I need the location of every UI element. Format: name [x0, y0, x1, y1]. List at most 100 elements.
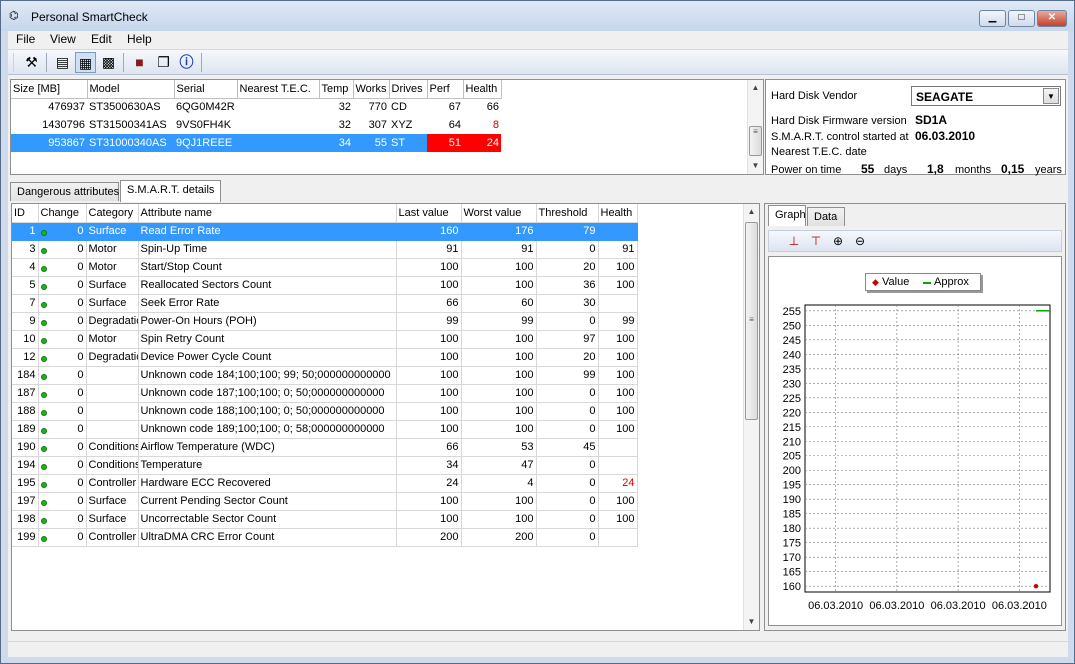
col-size[interactable]: Size [MB]: [11, 80, 88, 99]
attr-id: 4: [12, 258, 39, 277]
attribute-row[interactable]: 10 0 Motor Spin Retry Count 100 100 97 100: [12, 330, 638, 349]
attr-last-text: 99: [446, 315, 459, 327]
scroll-down-arrow-icon[interactable]: ▼: [748, 158, 763, 174]
attribute-row-selected[interactable]: 1 0 Surface Read Error Rate 160 176 79: [12, 222, 638, 241]
attribute-row[interactable]: 187 0 Unknown code 187;100;100; 0; 50;0000…: [12, 384, 638, 403]
view-details-icon[interactable]: ▦: [75, 52, 96, 73]
attr-last: 100: [396, 420, 462, 439]
col-health[interactable]: Health: [463, 80, 502, 99]
attribute-row[interactable]: 184 0 Unknown code 184;100;100; 99; 50;000…: [12, 366, 638, 385]
tab-smart-details[interactable]: S.M.A.R.T. details: [120, 180, 221, 202]
menu-help[interactable]: Help: [127, 32, 152, 46]
attribute-row[interactable]: 194 0 Conditions Temperature 34 47 0: [12, 456, 638, 475]
attr-name-text: Temperature: [140, 459, 203, 471]
col-id[interactable]: ID: [12, 204, 39, 223]
maximize-button[interactable]: □: [1008, 10, 1035, 27]
col-worst-value[interactable]: Worst value: [461, 204, 537, 223]
col-model[interactable]: Model: [87, 80, 175, 99]
axis-marker-icon[interactable]: ⊥: [785, 233, 803, 250]
attr-name: Spin Retry Count: [138, 330, 397, 349]
y-tick-label: 180: [783, 523, 801, 535]
attr-change-text: 0: [77, 531, 84, 543]
attribute-scrollbar[interactable]: ▲ ≡ ▼: [743, 204, 759, 630]
power-days-unit: days: [884, 164, 908, 176]
drive-row-selected[interactable]: 953867 ST31000340AS 9QJ1REEE 34 55 ST 51…: [11, 134, 501, 152]
col-category[interactable]: Category: [86, 204, 139, 223]
col-drives[interactable]: Drives: [389, 80, 428, 99]
attr-name: Unknown code 189;100;100; 0; 58;00000000…: [138, 420, 397, 439]
axis-range-icon[interactable]: ⊤: [807, 233, 825, 250]
view-list-icon[interactable]: ▤: [52, 52, 73, 73]
attribute-row[interactable]: 188 0 Unknown code 188;100;100; 0; 50;0000…: [12, 402, 638, 421]
attribute-row[interactable]: 198 0 Surface Uncorrectable Sector Count 100…: [12, 510, 638, 529]
drive-list-scrollbar[interactable]: ▲ ≡ ▼: [747, 80, 763, 174]
menu-file[interactable]: File: [16, 32, 35, 46]
attr-id: 3: [12, 240, 39, 259]
scroll-down-arrow-icon[interactable]: ▼: [744, 614, 759, 630]
col-works[interactable]: Works: [353, 80, 390, 99]
y-tick-label: 160: [783, 581, 801, 593]
attr-last-text: 100: [440, 495, 459, 507]
attr-worst: 53: [461, 438, 537, 457]
zoom-out-icon[interactable]: ⊖: [851, 233, 869, 250]
attr-worst: 100: [461, 330, 537, 349]
attribute-row[interactable]: 12 0 Degradatic Device Power Cycle Count 100…: [12, 348, 638, 367]
attr-change-text: 0: [77, 423, 84, 435]
attribute-row[interactable]: 4 0 Motor Start/Stop Count 100 100 20 100: [12, 258, 638, 277]
menu-edit[interactable]: Edit: [91, 32, 112, 46]
window-icon[interactable]: ❐: [153, 52, 174, 73]
attr-last-text: 91: [446, 243, 459, 255]
col-tec[interactable]: Nearest T.E.C.: [237, 80, 320, 99]
attribute-row[interactable]: 3 0 Motor Spin-Up Time 91 91 0 91: [12, 240, 638, 259]
attribute-row[interactable]: 199 0 Controller UltraDMA CRC Error Count 20…: [12, 528, 638, 547]
vendor-select[interactable]: SEAGATE ▼: [911, 86, 1061, 106]
col-serial[interactable]: Serial: [174, 80, 238, 99]
minimize-button[interactable]: ▁: [979, 10, 1006, 27]
col-attribute-name[interactable]: Attribute name: [138, 204, 397, 223]
col-change[interactable]: Change: [38, 204, 87, 223]
col-temp[interactable]: Temp: [319, 80, 354, 99]
title-bar[interactable]: ⌬ Personal SmartCheck ▁ □ ✕: [1, 1, 1074, 31]
col-perf[interactable]: Perf: [427, 80, 464, 99]
attribute-row[interactable]: 7 0 Surface Seek Error Rate 66 60 30: [12, 294, 638, 313]
scroll-up-arrow-icon[interactable]: ▲: [748, 80, 763, 96]
attr-category: Degradatic: [86, 312, 139, 331]
settings-icon[interactable]: ⚒: [21, 52, 42, 73]
drive-row[interactable]: 1430796 ST31500341AS 9VS0FH4K 32 307 XYZ…: [11, 116, 501, 134]
attribute-row[interactable]: 5 0 Surface Reallocated Sectors Count 100 100…: [12, 276, 638, 295]
attr-worst-text: 100: [515, 387, 534, 399]
attribute-row[interactable]: 195 0 Controller Hardware ECC Recovered 24 4 0…: [12, 474, 638, 493]
attribute-row[interactable]: 197 0 Surface Current Pending Sector Count 1…: [12, 492, 638, 511]
attribute-row[interactable]: 9 0 Degradatic Power-On Hours (POH) 99 99 0 99: [12, 312, 638, 331]
y-tick-label: 175: [783, 538, 801, 550]
scroll-up-arrow-icon[interactable]: ▲: [744, 204, 759, 220]
col-last-value[interactable]: Last value: [396, 204, 462, 223]
close-button[interactable]: ✕: [1037, 10, 1067, 27]
y-tick-label: 195: [783, 480, 801, 492]
tab-data[interactable]: Data: [807, 207, 845, 226]
view-grid-icon[interactable]: ▩: [98, 52, 119, 73]
col-health[interactable]: Health: [598, 204, 638, 223]
menu-view[interactable]: View: [50, 32, 76, 46]
zoom-in-icon[interactable]: ⊕: [829, 233, 847, 250]
tab-dangerous-attributes[interactable]: Dangerous attributes: [10, 182, 119, 201]
attr-worst-text: 100: [515, 423, 534, 435]
tab-graph[interactable]: Graph: [768, 205, 806, 226]
scroll-thumb[interactable]: ≡: [745, 222, 758, 420]
attr-change-text: 0: [77, 351, 84, 363]
attribute-row[interactable]: 190 0 Conditions Airflow Temperature (WDC) 6…: [12, 438, 638, 457]
attr-change-text: 0: [77, 333, 84, 345]
book-icon[interactable]: ■: [129, 52, 150, 73]
info-icon[interactable]: ⓘ: [176, 52, 197, 73]
attr-worst: 100: [461, 348, 537, 367]
attr-category: [86, 402, 139, 421]
attr-health-text: 24: [622, 477, 635, 489]
attribute-row[interactable]: 189 0 Unknown code 189;100;100; 0; 58;0000…: [12, 420, 638, 439]
scroll-thumb[interactable]: ≡: [749, 126, 762, 156]
attr-threshold-text: 36: [583, 279, 596, 291]
drive-row[interactable]: 476937 ST3500630AS 6QG0M42R 32 770 CD 67…: [11, 98, 501, 116]
status-ok-icon: [40, 374, 47, 380]
chevron-down-icon[interactable]: ▼: [1043, 88, 1059, 104]
y-tick-label: 215: [783, 422, 801, 434]
col-threshold[interactable]: Threshold: [536, 204, 599, 223]
